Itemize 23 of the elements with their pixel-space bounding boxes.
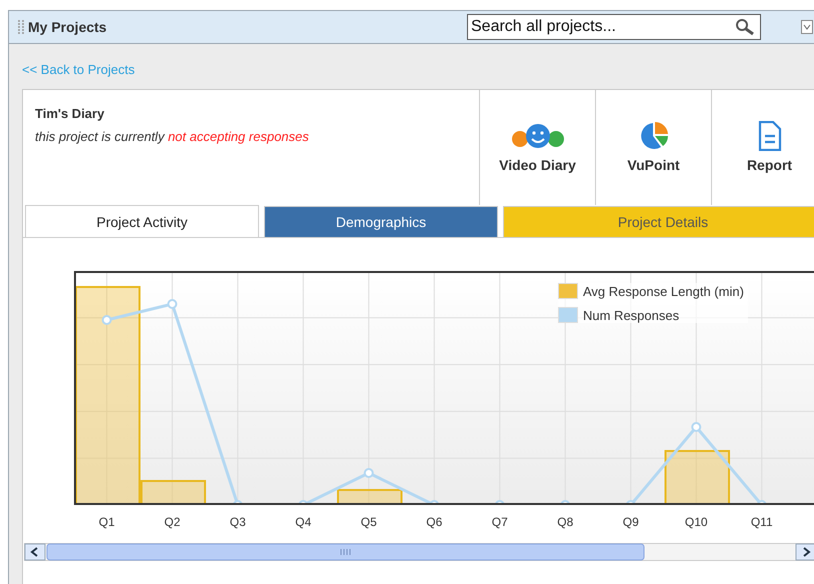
- legend-label: Avg Response Length (min): [583, 284, 744, 298]
- project-status: this project is currently not accepting responses: [35, 129, 310, 144]
- legend-label: Num Responses: [583, 308, 680, 322]
- project-name: Tim's Diary: [35, 106, 106, 121]
- axis-label: Q5: [360, 515, 378, 531]
- tool-button[interactable]: Video Diary: [479, 90, 595, 205]
- tab[interactable]: Demographics: [264, 206, 498, 237]
- axis-label: Q2: [163, 515, 182, 531]
- axis-label: Q8: [556, 515, 574, 531]
- tab[interactable]: Project Details: [503, 206, 814, 237]
- axis-label: Q4: [294, 515, 312, 531]
- tab[interactable]: Project Activity: [25, 205, 259, 237]
- axis-label: Q11: [750, 515, 774, 531]
- panel-title: My Projects: [28, 19, 107, 35]
- search-field[interactable]: Search all projects...: [467, 14, 761, 40]
- axis-label: Q7: [490, 515, 509, 531]
- tool-button[interactable]: Report: [711, 90, 814, 205]
- axis-label: Q10: [684, 515, 709, 531]
- tool-button[interactable]: VuPoint: [595, 90, 711, 205]
- axis-label: Q6: [425, 515, 444, 531]
- axis-label: Q1: [98, 515, 116, 531]
- axis-label: Q3: [228, 515, 247, 531]
- axis-label: Q9: [622, 515, 640, 531]
